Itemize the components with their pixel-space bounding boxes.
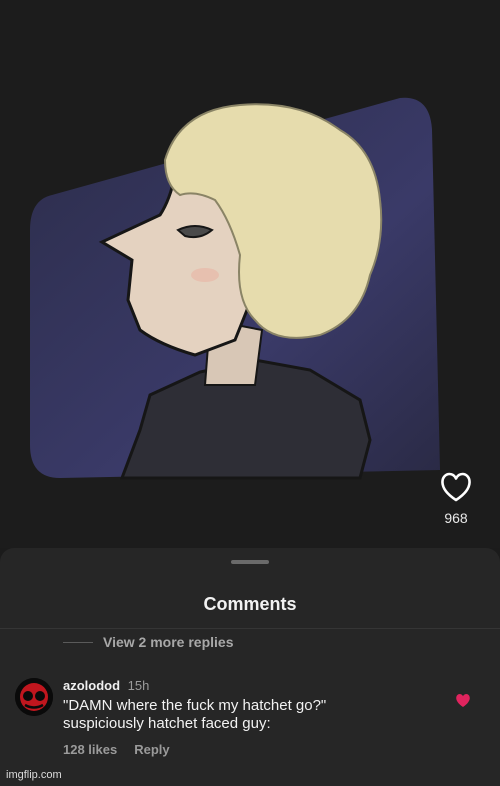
- comment-actions: 128 likes Reply: [63, 742, 443, 757]
- avatar-image: [15, 678, 53, 716]
- post-like-count: 968: [444, 510, 468, 526]
- comments-sheet: Comments View 2 more replies azolodod 15…: [0, 548, 500, 786]
- post-like-group: 968: [432, 472, 480, 526]
- avatar[interactable]: [15, 678, 53, 716]
- comment-likes-count[interactable]: 128 likes: [63, 742, 117, 757]
- comment-text: "DAMN where the fuck my hatchet go?" sus…: [63, 697, 327, 732]
- view-more-replies-label: View 2 more replies: [103, 634, 234, 650]
- imgflip-watermark: imgflip.com: [6, 769, 62, 781]
- comment-reply-button[interactable]: Reply: [134, 742, 169, 757]
- comment-meta: azolodod 15h: [63, 678, 443, 693]
- art-blush: [191, 268, 219, 282]
- view-more-replies-button[interactable]: View 2 more replies: [63, 634, 233, 650]
- comment-item: azolodod 15h "DAMN where the fuck my hat…: [63, 678, 443, 757]
- comment-time: 15h: [127, 678, 150, 693]
- sheet-title: Comments: [203, 594, 297, 614]
- post-artwork[interactable]: [0, 0, 500, 548]
- replies-line-icon: [63, 641, 93, 643]
- sheet-divider: [0, 628, 500, 629]
- heart-outline-icon[interactable]: [440, 472, 472, 502]
- post-image-area: [0, 0, 500, 548]
- comment-username[interactable]: azolodod: [63, 678, 120, 693]
- sheet-drag-handle[interactable]: [231, 560, 269, 564]
- comment-heart-filled-icon[interactable]: [455, 693, 471, 708]
